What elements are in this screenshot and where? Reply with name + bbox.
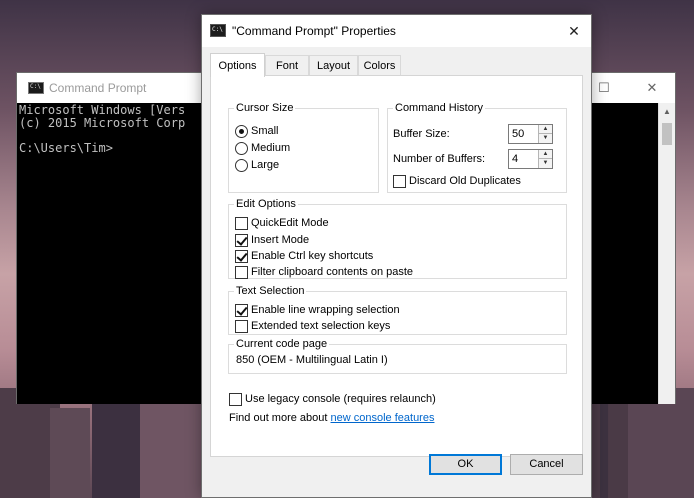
checkbox-empty-icon	[235, 265, 248, 279]
line-wrap-selection-checkbox[interactable]: Enable line wrapping selection	[235, 302, 400, 318]
legacy-console-label: Use legacy console (requires relaunch)	[245, 393, 436, 405]
num-buffers-stepper[interactable]: 4 ▲ ▼	[508, 149, 553, 169]
checkbox-checked-icon	[235, 303, 248, 317]
skyline-building	[140, 398, 202, 498]
cancel-button[interactable]: Cancel	[510, 454, 583, 475]
line-wrap-selection-label: Enable line wrapping selection	[251, 304, 400, 316]
tab-options[interactable]: Options	[210, 53, 265, 77]
checkbox-empty-icon	[229, 392, 242, 406]
command-history-group: Command History Buffer Size: 50 ▲ ▼ Numb…	[387, 102, 567, 193]
scroll-up-arrow-icon[interactable]: ▲	[659, 103, 675, 120]
cursor-large-label: Large	[251, 159, 280, 171]
properties-dialog[interactable]: "Command Prompt" Properties ✕ Options Fo…	[201, 14, 592, 498]
console-app-icon	[28, 82, 44, 94]
find-out-more: Find out more about new console features	[229, 412, 434, 424]
spin-up-arrow-icon[interactable]: ▲	[538, 125, 552, 134]
ctrl-shortcuts-checkbox[interactable]: Enable Ctrl key shortcuts	[235, 248, 373, 264]
cursor-small-label: Small	[251, 125, 279, 137]
tab-layout[interactable]: Layout	[309, 55, 358, 76]
insert-mode-checkbox[interactable]: Insert Mode	[235, 232, 309, 248]
spin-up-arrow-icon[interactable]: ▲	[538, 150, 552, 159]
skyline-building	[628, 388, 694, 498]
quickedit-checkbox[interactable]: QuickEdit Mode	[235, 215, 329, 231]
text-selection-legend: Text Selection	[236, 285, 305, 297]
tab-font[interactable]: Font	[265, 55, 309, 76]
radio-empty-icon	[235, 158, 248, 172]
edit-options-group: Edit Options QuickEdit Mode Insert Mode …	[228, 198, 567, 279]
cursor-medium-radio[interactable]: Medium	[235, 140, 290, 156]
insert-mode-label: Insert Mode	[251, 234, 310, 246]
checkbox-empty-icon	[393, 174, 406, 188]
cursor-size-group: Cursor Size Small Medium Large	[228, 102, 379, 193]
checkbox-checked-icon	[235, 249, 248, 263]
tab-colors[interactable]: Colors	[358, 55, 401, 76]
ctrl-shortcuts-label: Enable Ctrl key shortcuts	[251, 250, 374, 262]
extended-selection-keys-checkbox[interactable]: Extended text selection keys	[235, 318, 390, 334]
dialog-titlebar[interactable]: "Command Prompt" Properties ✕	[202, 15, 591, 47]
dialog-close-icon[interactable]: ✕	[557, 15, 591, 47]
buffer-size-value[interactable]: 50	[512, 128, 524, 140]
num-buffers-label: Number of Buffers:	[393, 153, 486, 165]
find-out-more-text: Find out more about	[229, 412, 328, 424]
spin-down-arrow-icon[interactable]: ▼	[538, 134, 552, 143]
code-page-group: Current code page 850 (OEM - Multilingua…	[228, 338, 567, 374]
skyline-building	[50, 408, 90, 498]
legacy-console-checkbox[interactable]: Use legacy console (requires relaunch)	[229, 391, 436, 407]
console-title: Command Prompt	[49, 81, 147, 95]
cursor-medium-label: Medium	[251, 142, 291, 154]
buffer-size-stepper[interactable]: 50 ▲ ▼	[508, 124, 553, 144]
discard-duplicates-checkbox[interactable]: Discard Old Duplicates	[393, 173, 521, 189]
filter-clipboard-checkbox[interactable]: Filter clipboard contents on paste	[235, 264, 413, 280]
filter-clipboard-label: Filter clipboard contents on paste	[251, 266, 414, 278]
code-page-value: 850 (OEM - Multilingual Latin I)	[236, 354, 388, 366]
cursor-large-radio[interactable]: Large	[235, 157, 279, 173]
code-page-legend: Current code page	[236, 338, 328, 350]
extended-selection-keys-label: Extended text selection keys	[251, 320, 391, 332]
radio-selected-icon	[235, 124, 248, 138]
edit-options-legend: Edit Options	[236, 198, 296, 210]
spin-down-arrow-icon[interactable]: ▼	[538, 159, 552, 168]
text-selection-group: Text Selection Enable line wrapping sele…	[228, 285, 567, 335]
cursor-small-radio[interactable]: Small	[235, 123, 279, 139]
command-history-legend: Command History	[395, 102, 484, 114]
console-close-icon[interactable]: ✕	[629, 73, 675, 103]
discard-duplicates-label: Discard Old Duplicates	[409, 175, 521, 187]
checkbox-empty-icon	[235, 319, 248, 333]
checkbox-empty-icon	[235, 216, 248, 230]
dialog-title: "Command Prompt" Properties	[232, 24, 396, 38]
options-panel: Cursor Size Small Medium Large Command H…	[210, 75, 583, 457]
dialog-app-icon	[210, 24, 226, 37]
checkbox-checked-icon	[235, 233, 248, 247]
ok-button[interactable]: OK	[429, 454, 502, 475]
quickedit-label: QuickEdit Mode	[251, 217, 329, 229]
new-console-features-link[interactable]: new console features	[331, 412, 435, 424]
scroll-thumb[interactable]	[662, 123, 672, 145]
buffer-size-label: Buffer Size:	[393, 128, 450, 140]
radio-empty-icon	[235, 141, 248, 155]
num-buffers-value[interactable]: 4	[512, 153, 518, 165]
console-vertical-scrollbar[interactable]: ▲	[658, 103, 675, 404]
cursor-size-legend: Cursor Size	[236, 102, 294, 114]
